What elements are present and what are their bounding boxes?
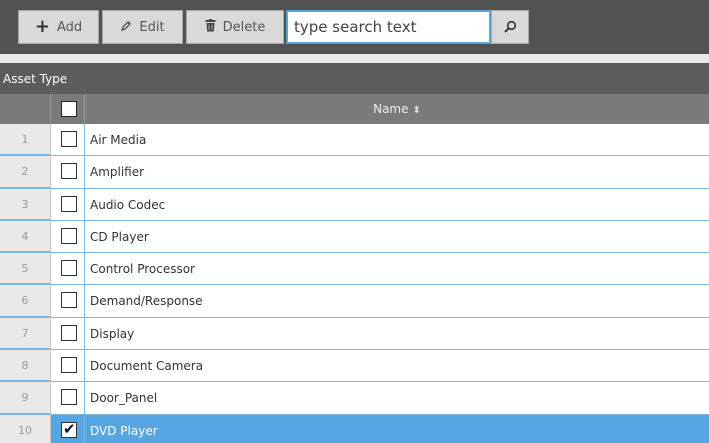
row-checkbox[interactable] (61, 163, 77, 180)
search-button[interactable] (491, 10, 529, 44)
row-number: 9 (0, 382, 50, 414)
plus-icon: + (34, 16, 50, 37)
table-row[interactable]: 5 Control Processor (0, 253, 709, 286)
grid-header-row: Name ⬍ (0, 94, 709, 124)
row-name: Document Camera (90, 359, 204, 374)
row-number: 5 (0, 253, 50, 285)
sort-icon: ⬍ (412, 105, 421, 116)
row-checkbox[interactable] (61, 195, 77, 212)
row-number: 3 (0, 188, 50, 220)
name-column-header[interactable]: Name ⬍ (85, 94, 709, 124)
row-checkbox-cell (50, 414, 85, 443)
search-input[interactable] (286, 10, 491, 44)
delete-button-label: Delete (222, 19, 266, 35)
table-row[interactable]: 3 Audio Codec (0, 188, 709, 221)
delete-button[interactable]: Delete (186, 10, 284, 44)
row-name: Air Media (90, 133, 147, 147)
table-row[interactable]: 7 Display (0, 317, 709, 351)
add-button[interactable]: + Add (18, 10, 99, 44)
pencil-icon (120, 20, 132, 35)
toolbar: + Add Edit Delete (0, 0, 709, 54)
row-checkbox[interactable] (61, 227, 77, 244)
row-number: 2 (0, 156, 50, 188)
select-all-checkbox[interactable] (61, 101, 77, 117)
row-checkbox[interactable] (61, 324, 77, 341)
row-checkbox[interactable] (61, 260, 77, 277)
row-number: 7 (0, 317, 50, 350)
row-checkbox-cell (50, 220, 85, 253)
toolbar-spacer (0, 54, 709, 63)
row-checkbox-cell (50, 285, 85, 317)
row-checkbox-cell (50, 188, 85, 220)
table-row[interactable]: 10 DVD Player (0, 414, 709, 443)
row-checkbox[interactable] (61, 131, 77, 147)
table-row[interactable]: 8 Document Camera (0, 350, 709, 383)
select-all-cell (50, 94, 85, 124)
grid-title: Asset Type (0, 65, 709, 94)
row-checkbox-cell (50, 156, 85, 188)
row-name: Door_Panel (90, 391, 158, 406)
row-checkbox[interactable] (61, 420, 77, 438)
table-row[interactable]: 6 Demand/Response (0, 285, 709, 318)
grid-body: 1 Air Media 2 Amplifier 3 Audio Codec 4 CD Play… (0, 124, 709, 443)
row-number: 4 (0, 220, 50, 253)
row-number-header (0, 94, 50, 124)
row-checkbox-cell (50, 350, 85, 382)
table-row[interactable]: 1 Air Media (0, 124, 709, 157)
row-checkbox[interactable] (61, 292, 77, 309)
row-name: Audio Codec (90, 197, 166, 212)
row-name: Control Processor (90, 262, 195, 277)
row-number: 10 (0, 414, 50, 443)
row-name: CD Player (90, 229, 149, 244)
row-checkbox-cell (50, 382, 85, 414)
edit-button[interactable]: Edit (102, 10, 183, 44)
name-column-label: Name (373, 102, 409, 116)
magnifier-icon (503, 20, 517, 34)
row-checkbox-cell (50, 124, 85, 156)
table-row[interactable]: 9 Door_Panel (0, 382, 709, 415)
row-checkbox-cell (50, 253, 85, 285)
add-button-label: Add (56, 19, 83, 35)
row-name: Demand/Response (90, 294, 203, 309)
row-checkbox-cell (50, 317, 85, 350)
row-number: 8 (0, 350, 50, 382)
table-row[interactable]: 2 Amplifier (0, 156, 709, 189)
row-name: Display (90, 326, 135, 341)
row-checkbox[interactable] (61, 389, 77, 406)
row-number: 6 (0, 285, 50, 317)
trash-icon (205, 19, 216, 35)
row-name: Amplifier (90, 165, 145, 180)
row-checkbox[interactable] (61, 357, 77, 374)
row-number: 1 (0, 124, 50, 156)
edit-button-label: Edit (139, 19, 165, 35)
table-row[interactable]: 4 CD Player (0, 220, 709, 254)
row-name: DVD Player (90, 423, 158, 438)
